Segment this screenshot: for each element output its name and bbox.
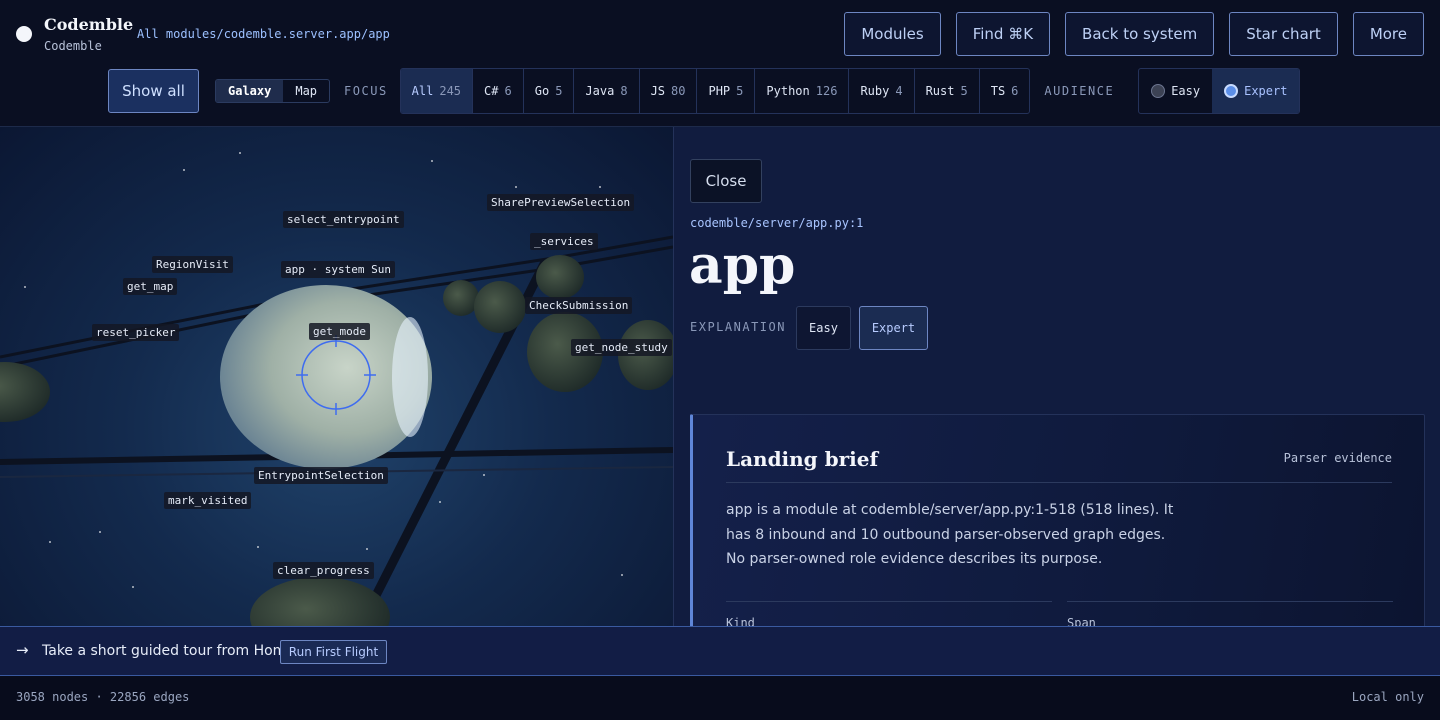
explanation-expert-button[interactable]: Expert [859, 306, 928, 350]
node-label-reset-picker[interactable]: reset_picker [92, 324, 180, 341]
find-button[interactable]: Find ⌘K [955, 12, 1051, 56]
node-label-entrypointselection[interactable]: EntrypointSelection [254, 467, 388, 484]
more-button[interactable]: More [1352, 12, 1424, 56]
focus-go[interactable]: Go 5 [524, 69, 575, 113]
focus-ruby[interactable]: Ruby 4 [849, 69, 915, 113]
source-path[interactable]: codemble/server/app.py:1 [690, 216, 863, 230]
view-mode-toggle: Galaxy Map [215, 79, 331, 103]
arrow-right-icon: → [16, 641, 29, 659]
landing-brief-card: Landing brief Parser evidence app is a m… [690, 414, 1425, 627]
node-label-clear-progress[interactable]: clear_progress [273, 562, 374, 579]
node-label-system-sun[interactable]: app · system Sun [281, 261, 395, 278]
focus-filter-group: All 245 C# 6 Go 5 Java 8 JS 80 PHP 5 Python 126… [399, 68, 1031, 114]
detail-panel: Close codemble/server/app.py:1 app EXPLA… [673, 127, 1440, 627]
breadcrumb[interactable]: All modules/codemble.server.app/app [137, 27, 390, 41]
tour-text: Take a short guided tour from Home. [42, 643, 300, 659]
filter-toolbar: Show all Galaxy Map FOCUS All 245 C# 6 Go 5… [108, 68, 1301, 114]
node-label-mark-visited[interactable]: mark_visited [164, 492, 252, 509]
planet-mid[interactable] [474, 281, 526, 333]
brief-text: app is a module at codemble/server/app.p… [726, 502, 1174, 567]
focus-java[interactable]: Java 8 [574, 69, 640, 113]
planet-top[interactable] [536, 255, 584, 299]
show-all-button[interactable]: Show all [108, 69, 199, 113]
modules-button[interactable]: Modules [844, 12, 941, 56]
audience-easy[interactable]: Easy [1139, 69, 1212, 113]
view-mode-map[interactable]: Map [283, 80, 329, 102]
galaxy-canvas[interactable]: SharePreviewSelection select_entrypoint … [0, 127, 673, 627]
run-first-flight-button[interactable]: Run First Flight [280, 640, 387, 664]
node-label-get-node-study[interactable]: get_node_study [571, 339, 672, 356]
focus-rust[interactable]: Rust 5 [915, 69, 980, 113]
node-label-services[interactable]: _services [530, 233, 598, 250]
brand-subtitle: Codemble [44, 39, 102, 53]
focus-python[interactable]: Python 126 [755, 69, 850, 113]
focus-label: FOCUS [344, 84, 388, 98]
module-title: app [689, 235, 796, 296]
graph-stats: 3058 nodes · 22856 edges [16, 690, 190, 704]
star-chart-button[interactable]: Star chart [1229, 12, 1338, 56]
focus-ts[interactable]: TS 6 [980, 69, 1030, 113]
radio-icon [1151, 84, 1166, 98]
radio-selected-icon [1224, 84, 1239, 98]
audience-group: Easy Expert [1138, 68, 1301, 114]
explanation-easy-button[interactable]: Easy [796, 306, 851, 350]
close-button[interactable]: Close [690, 159, 762, 203]
explanation-label: EXPLANATION [690, 320, 786, 334]
focus-all[interactable]: All 245 [400, 69, 474, 113]
brand-logo-icon [16, 26, 32, 42]
focus-js[interactable]: JS 80 [640, 69, 698, 113]
node-label-regionvisit[interactable]: RegionVisit [152, 256, 233, 273]
node-label-select-entrypoint[interactable]: select_entrypoint [283, 211, 404, 228]
node-label-get-mode[interactable]: get_mode [309, 323, 370, 340]
brief-tag: Parser evidence [1283, 451, 1392, 465]
back-to-system-button[interactable]: Back to system [1065, 12, 1215, 56]
planet-small[interactable] [443, 280, 479, 316]
planet-bottom[interactable] [250, 577, 390, 627]
planet-left[interactable] [0, 362, 50, 422]
focus-php[interactable]: PHP 5 [697, 69, 756, 113]
brief-title: Landing brief [726, 447, 879, 471]
audience-expert[interactable]: Expert [1212, 69, 1300, 113]
sun-glow [392, 317, 428, 437]
top-header: Codemble Codemble All modules/codemble.s… [0, 0, 1440, 127]
local-only-status: Local only [1351, 690, 1424, 704]
audience-label: AUDIENCE [1044, 84, 1115, 98]
brief-divider [726, 482, 1392, 483]
node-label-get-map[interactable]: get_map [123, 278, 178, 295]
node-label-sharepreviewselection[interactable]: SharePreviewSelection [487, 194, 635, 211]
top-button-bar: Modules Find ⌘K Back to system Star char… [844, 12, 1424, 56]
tour-banner: → Take a short guided tour from Home. Ru… [0, 626, 1440, 676]
focus-csharp[interactable]: C# 6 [473, 69, 524, 113]
span-divider [1067, 601, 1393, 602]
view-mode-galaxy[interactable]: Galaxy [216, 80, 284, 102]
node-label-checksubmission[interactable]: CheckSubmission [525, 297, 633, 314]
kind-divider [726, 601, 1052, 602]
brand-name: Codemble [44, 15, 134, 34]
status-footer: 3058 nodes · 22856 edges Local only [0, 676, 1440, 720]
